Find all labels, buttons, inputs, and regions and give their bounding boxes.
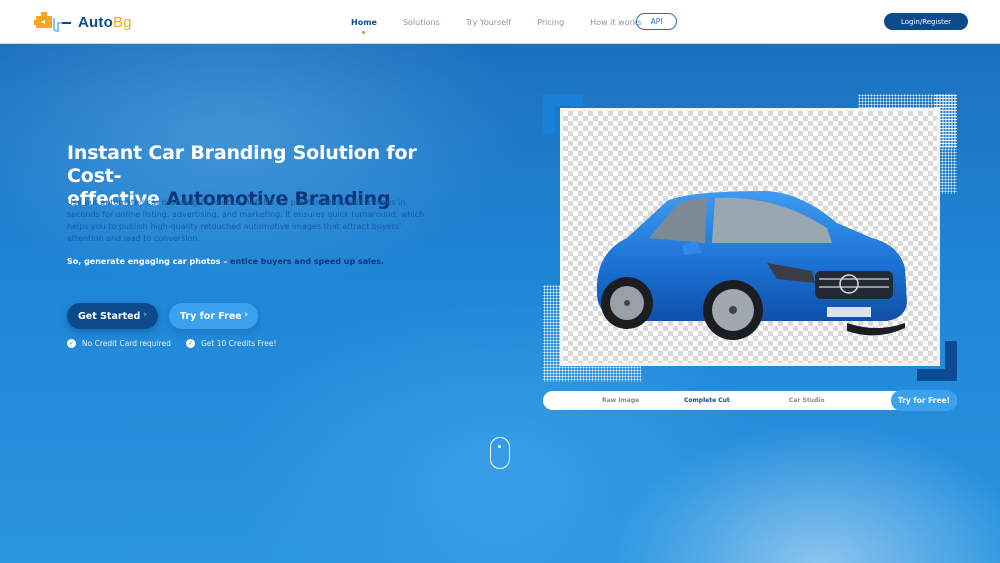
check-circle-icon: ✓ [67,339,76,348]
tab-car-studio[interactable]: Car Studio [789,391,824,410]
transparent-preview-canvas [563,111,937,363]
check-circle-icon: ✓ [186,339,195,348]
decorative-dots [543,360,641,382]
login-register-button[interactable]: Login/Register [884,13,968,30]
logo-puzzle-icon [34,12,71,32]
chevron-right-icon: › [244,310,248,320]
logo-text: AutoBg [78,13,132,31]
nav-try-yourself[interactable]: Try Yourself [466,18,511,27]
nav-solutions[interactable]: Solutions [403,18,440,27]
perk-free-credits: ✓ Get 10 Credits Free! [186,339,277,348]
car-image [596,191,907,340]
main-nav: Home Solutions Try Yourself Pricing How … [351,0,668,44]
hero-section: Instant Car Branding Solution for Cost- … [0,44,1000,563]
get-started-button[interactable]: Get Started › [67,303,158,329]
site-header: AutoBg Home Solutions Try Yourself Prici… [0,0,1000,44]
logo[interactable]: AutoBg [34,11,132,33]
hero-tagline: So, generate engaging car photos – entic… [67,257,385,266]
decorative-dots [935,94,957,194]
chevron-right-icon: › [143,310,147,320]
preview-try-for-free-button[interactable]: Try for Free! [891,390,957,411]
tab-complete-cut[interactable]: Complete Cut [684,391,730,410]
tab-raw-image[interactable]: Raw Image [602,391,639,410]
perk-no-credit-card: ✓ No Credit Card required [67,339,171,348]
nav-home[interactable]: Home [351,18,377,34]
hero-description: Use our automated car branding AI soluti… [67,198,425,243]
nav-how-it-works[interactable]: How it works [590,18,641,27]
api-button[interactable]: API [636,13,677,30]
try-for-free-button[interactable]: Try for Free › [169,303,258,329]
nav-pricing[interactable]: Pricing [537,18,564,27]
scroll-mouse-icon[interactable] [490,437,510,469]
